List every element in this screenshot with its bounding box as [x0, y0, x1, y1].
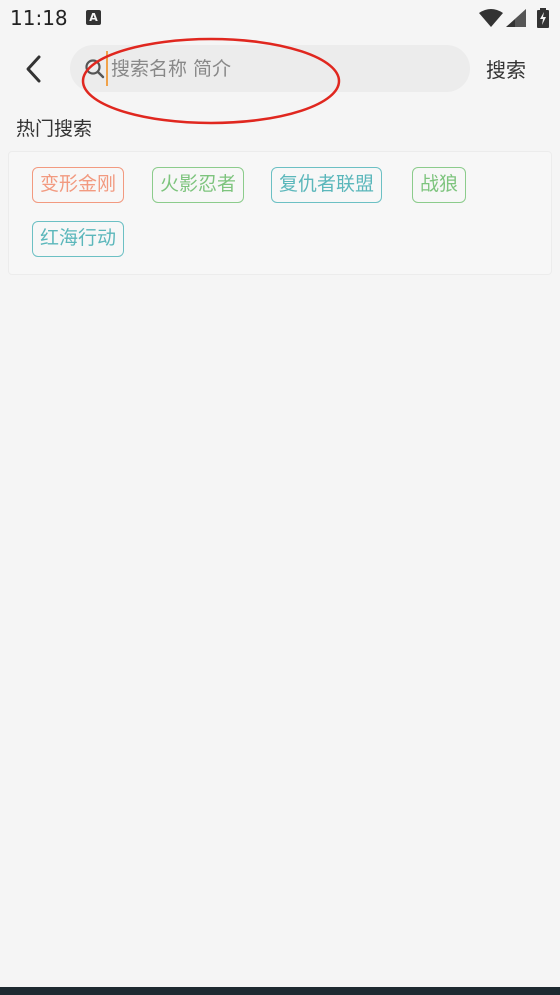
back-button[interactable] — [14, 50, 52, 88]
battery-icon — [537, 8, 549, 28]
hot-tag[interactable]: 复仇者联盟 — [271, 167, 383, 203]
hot-search-title: 热门搜索 — [16, 118, 93, 140]
chevron-left-icon — [26, 55, 41, 83]
status-time: 11:18 — [10, 6, 68, 30]
search-icon — [85, 59, 105, 79]
search-input[interactable] — [106, 51, 461, 86]
hot-tag[interactable]: 红海行动 — [32, 221, 125, 257]
signal-icon — [506, 9, 526, 27]
wifi-icon — [479, 9, 503, 27]
hot-tag[interactable]: 战狼 — [412, 167, 467, 203]
navigation-bar — [0, 987, 560, 995]
search-box[interactable] — [70, 45, 470, 92]
hot-tag[interactable]: 火影忍者 — [152, 167, 245, 203]
status-bar: 11:18 A — [0, 0, 560, 38]
hot-search-tags: 变形金刚 火影忍者 复仇者联盟 战狼 红海行动 — [8, 151, 552, 275]
notification-icon: A — [86, 10, 101, 25]
search-button[interactable]: 搜索 — [486, 54, 526, 83]
hot-tag[interactable]: 变形金刚 — [32, 167, 125, 203]
